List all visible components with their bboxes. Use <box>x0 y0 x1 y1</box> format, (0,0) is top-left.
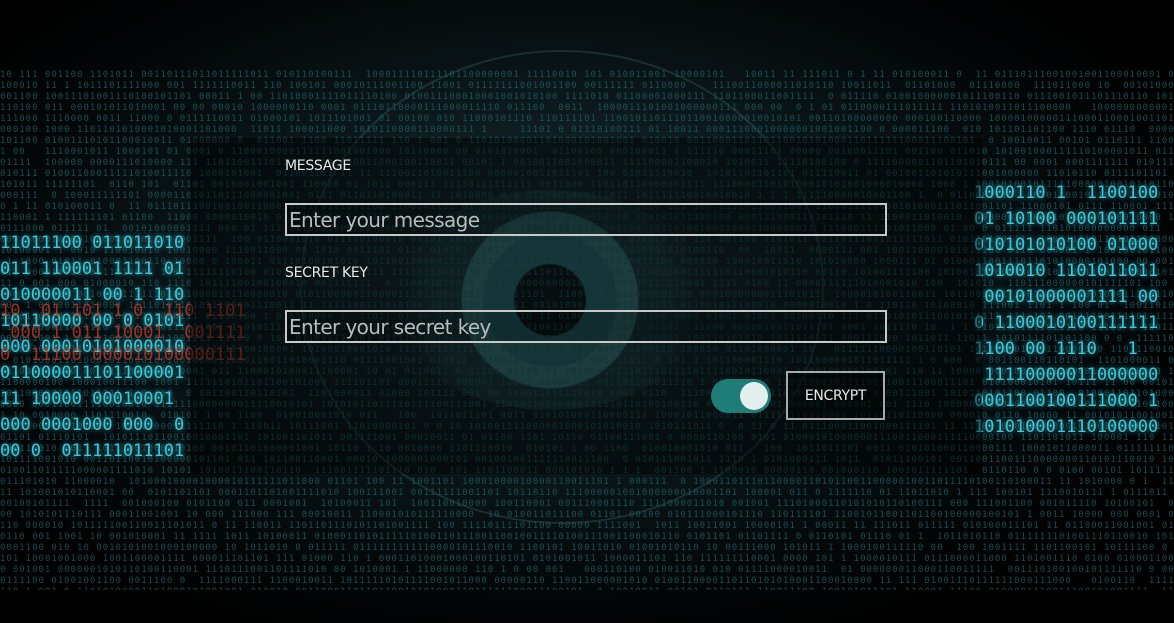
encrypt-button[interactable]: ENCRYPT <box>786 371 885 420</box>
secret-key-label: SECRET KEY <box>285 265 368 281</box>
secret-key-input[interactable] <box>285 310 887 343</box>
mode-toggle[interactable] <box>711 379 771 413</box>
message-input[interactable] <box>285 203 887 236</box>
binary-glow-right-decoration: 1000110 1 1100100 01 10100 000101111 010… <box>974 183 1159 437</box>
encrypt-form-panel <box>190 138 982 474</box>
message-label: MESSAGE <box>285 158 351 174</box>
toggle-knob <box>740 382 768 410</box>
